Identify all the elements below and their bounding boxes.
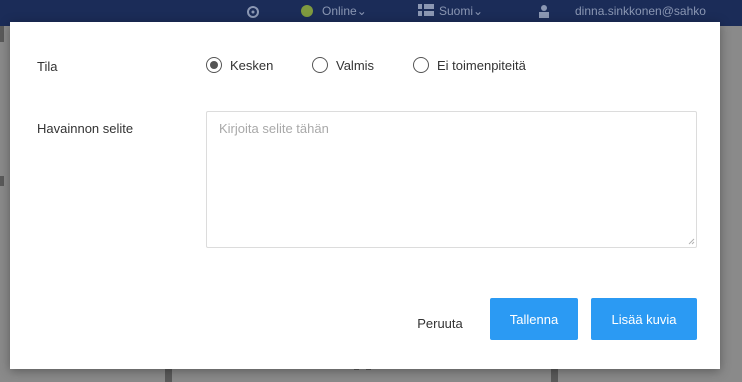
status-label: Tila bbox=[37, 59, 58, 74]
online-status-icon bbox=[300, 4, 314, 21]
user-email: dinna.sinkkonen@sahko bbox=[575, 4, 706, 18]
online-status-label: Online bbox=[322, 4, 357, 18]
status-option-label: Kesken bbox=[230, 57, 274, 73]
status-radio-valmis[interactable]: Valmis bbox=[312, 57, 374, 73]
description-label: Havainnon selite bbox=[37, 121, 134, 136]
background-element bbox=[0, 176, 4, 186]
background-element bbox=[0, 26, 4, 42]
observation-dialog: Tila Kesken Valmis Ei toimenpiteitä Hava… bbox=[10, 22, 720, 369]
online-status-dropdown: Online⌄ bbox=[322, 4, 367, 18]
save-button[interactable]: Tallenna bbox=[490, 298, 578, 340]
user-icon bbox=[537, 4, 551, 21]
description-textarea[interactable] bbox=[206, 111, 697, 248]
status-radio-ei-toimenpiteita[interactable]: Ei toimenpiteitä bbox=[413, 57, 526, 73]
radio-unselected-icon[interactable] bbox=[413, 57, 429, 73]
chevron-down-icon: ⌄ bbox=[356, 4, 367, 18]
resize-handle-icon[interactable] bbox=[688, 238, 695, 245]
settings-icon bbox=[245, 4, 261, 23]
language-dropdown: Suomi⌄ bbox=[439, 4, 483, 18]
flag-icon bbox=[418, 4, 434, 19]
add-images-button[interactable]: Lisää kuvia bbox=[591, 298, 697, 340]
radio-selected-icon[interactable] bbox=[206, 57, 222, 73]
cancel-button[interactable]: Peruuta bbox=[400, 303, 480, 343]
radio-unselected-icon[interactable] bbox=[312, 57, 328, 73]
status-option-label: Ei toimenpiteitä bbox=[437, 57, 526, 73]
status-radio-kesken[interactable]: Kesken bbox=[206, 57, 273, 73]
chevron-down-icon: ⌄ bbox=[473, 4, 484, 18]
language-label: Suomi bbox=[439, 4, 474, 18]
status-option-label: Valmis bbox=[336, 57, 375, 73]
